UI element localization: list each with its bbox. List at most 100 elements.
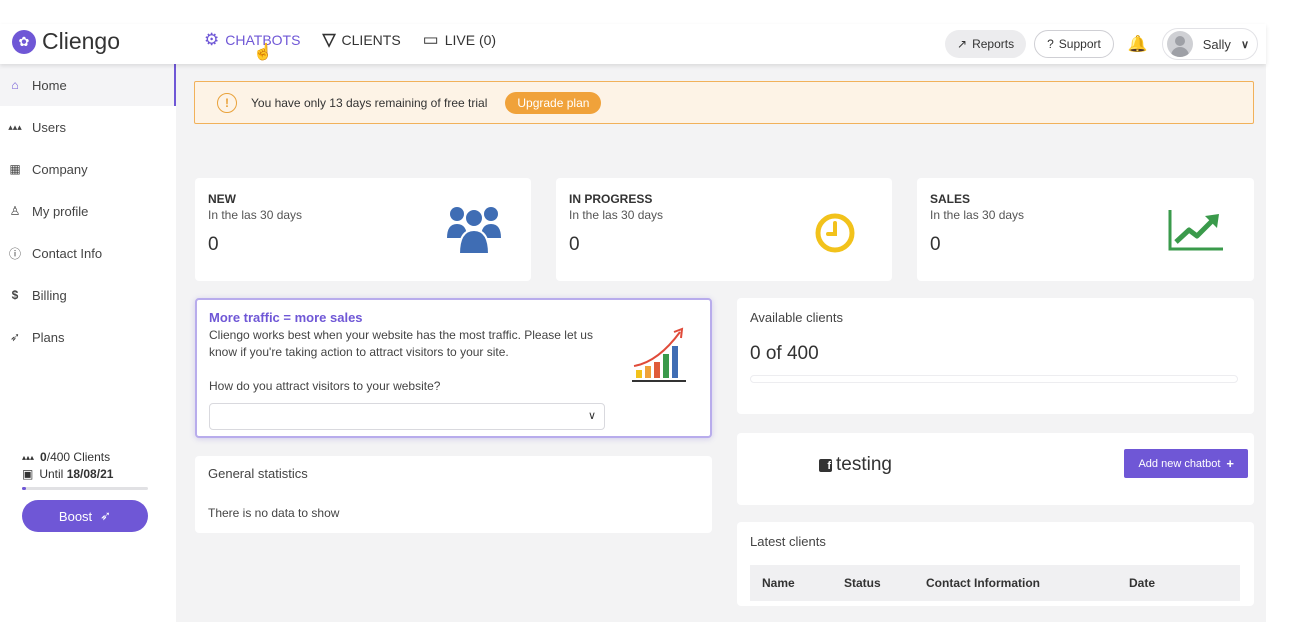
- column-header-contact[interactable]: Contact Information: [926, 576, 1040, 590]
- sidebar-item-label: Billing: [32, 287, 67, 303]
- traffic-text: Cliengo works best when your website has…: [209, 328, 593, 359]
- boost-label: Boost: [58, 508, 93, 524]
- chatbot-card: f testing Add new chatbot +: [737, 433, 1254, 505]
- reports-button[interactable]: ↗ Reports: [945, 30, 1027, 58]
- avatar: [1166, 31, 1193, 57]
- upgrade-plan-button[interactable]: Upgrade plan: [505, 91, 602, 114]
- top-right-actions: ↗ Reports ? Support 🔔 Sally ∨: [945, 28, 1258, 60]
- clock-icon: [815, 213, 855, 253]
- rocket-icon: ➶: [9, 330, 21, 344]
- chevron-down-icon: ∨: [1240, 38, 1249, 51]
- until-date: 18/08/21: [66, 467, 114, 481]
- add-new-chatbot-label: Add new chatbot: [1138, 457, 1221, 470]
- available-clients-title: Available clients: [750, 310, 843, 325]
- trend-up-icon: [1168, 210, 1223, 251]
- home-icon: ⌂: [11, 78, 19, 92]
- info-icon: ⓘ: [8, 246, 21, 261]
- column-header-date[interactable]: Date: [1129, 576, 1155, 590]
- users-icon: ▴▴▴: [8, 121, 22, 132]
- top-bar: ✿ Cliengo ⚙ CHATBOTS ▽ CLIENTS ▭ LIVE (0…: [0, 24, 1266, 64]
- available-clients-value: 0 of 400: [750, 343, 819, 364]
- building-icon: ▦: [9, 162, 21, 176]
- column-header-status[interactable]: Status: [844, 576, 881, 590]
- latest-clients-table-header: Name Status Contact Information Date: [750, 565, 1240, 601]
- stat-card-sales: SALES In the las 30 days 0: [917, 178, 1254, 281]
- cliengo-logo-icon: ✿: [12, 29, 36, 54]
- chatbot-name-row: f testing: [819, 454, 892, 476]
- latest-clients-card: Latest clients Name Status Contact Infor…: [737, 522, 1254, 606]
- general-statistics-empty: There is no data to show: [208, 506, 340, 520]
- stat-title: IN PROGRESS: [569, 192, 653, 206]
- traffic-question: How do you attract visitors to your webs…: [209, 379, 441, 393]
- nav-live-label: LIVE (0): [444, 32, 497, 48]
- clients-total: /400 Clients: [46, 450, 111, 464]
- chevron-down-icon: ∨: [587, 410, 596, 422]
- robot-icon: ⚙: [204, 30, 220, 49]
- clients-progress-bar: [22, 487, 148, 490]
- stat-card-new: NEW In the las 30 days 0: [195, 178, 531, 281]
- sidebar: ⌂ Home ▴▴▴ Users ▦ Company ♙ My profile …: [0, 64, 176, 622]
- support-button[interactable]: ? Support: [1034, 30, 1114, 58]
- traffic-source-select[interactable]: ∨: [209, 403, 605, 430]
- traffic-title: More traffic = more sales: [209, 310, 363, 325]
- available-clients-bar: [750, 375, 1238, 383]
- nav-clients[interactable]: ▽ CLIENTS: [322, 30, 401, 49]
- general-statistics-title: General statistics: [208, 466, 308, 481]
- rocket-icon: ➶: [100, 508, 112, 523]
- sidebar-item-my-profile[interactable]: ♙ My profile: [0, 190, 176, 232]
- hand-cursor-icon: ☝: [253, 44, 273, 61]
- app-window: ✿ Cliengo ⚙ CHATBOTS ▽ CLIENTS ▭ LIVE (0…: [0, 24, 1266, 622]
- nav-live[interactable]: ▭ LIVE (0): [423, 31, 497, 48]
- nav-clients-label: CLIENTS: [341, 32, 401, 48]
- sidebar-item-users[interactable]: ▴▴▴ Users: [0, 106, 176, 148]
- reports-label: Reports: [972, 37, 1015, 51]
- traffic-card: More traffic = more sales Cliengo works …: [195, 298, 712, 438]
- growth-chart-icon: [632, 327, 686, 382]
- brand-logo[interactable]: ✿ Cliengo: [12, 28, 120, 55]
- plus-icon: +: [1226, 456, 1234, 471]
- sidebar-item-home[interactable]: ⌂ Home: [0, 64, 176, 106]
- plan-usage: ▴▴▴ 0/400 Clients ▣ Until 18/08/21 Boost…: [22, 450, 148, 532]
- sidebar-item-company[interactable]: ▦ Company: [0, 148, 176, 190]
- stat-card-in-progress: IN PROGRESS In the las 30 days 0: [556, 178, 892, 281]
- column-header-name[interactable]: Name: [762, 576, 795, 590]
- user-name: Sally: [1202, 36, 1231, 52]
- person-icon: ♙: [9, 204, 21, 218]
- trend-icon: ↗: [957, 37, 968, 51]
- user-menu[interactable]: Sally ∨: [1161, 28, 1258, 60]
- sidebar-item-plans[interactable]: ➶ Plans: [0, 316, 176, 358]
- sidebar-item-label: Home: [32, 77, 67, 93]
- sidebar-item-label: Contact Info: [32, 245, 103, 261]
- support-label: Support: [1058, 37, 1101, 51]
- dollar-icon: $: [11, 288, 19, 302]
- stat-title: SALES: [930, 192, 971, 206]
- brand-name: Cliengo: [42, 28, 120, 54]
- bell-icon[interactable]: 🔔: [1122, 34, 1154, 54]
- trial-message: You have only 13 days remaining of free …: [251, 95, 488, 110]
- sidebar-item-label: Users: [32, 119, 66, 135]
- trial-banner: ! You have only 13 days remaining of fre…: [194, 81, 1254, 124]
- sidebar-item-billing[interactable]: $ Billing: [0, 274, 176, 316]
- clients-progress-fill: [22, 487, 26, 490]
- sidebar-item-label: Company: [32, 161, 88, 177]
- chatbot-name: testing: [836, 454, 892, 475]
- clients-used: 0: [40, 450, 47, 464]
- help-icon: ?: [1047, 37, 1054, 51]
- main-nav: ⚙ CHATBOTS ▽ CLIENTS ▭ LIVE (0): [204, 30, 497, 49]
- facebook-icon: f: [819, 458, 832, 472]
- sidebar-item-label: My profile: [32, 203, 89, 219]
- plan-expiry: ▣ Until 18/08/21: [22, 467, 148, 481]
- available-clients-card: Available clients 0 of 400: [737, 298, 1254, 414]
- users-icon: ▴▴▴: [22, 452, 35, 462]
- until-label: Until: [39, 467, 64, 481]
- users-group-icon: [447, 207, 501, 254]
- sidebar-item-label: Plans: [32, 329, 65, 345]
- calendar-icon: ▣: [22, 467, 34, 481]
- warning-icon: !: [217, 92, 237, 113]
- clients-usage: ▴▴▴ 0/400 Clients: [22, 450, 148, 464]
- boost-button[interactable]: Boost ➶: [22, 500, 148, 532]
- add-new-chatbot-button[interactable]: Add new chatbot +: [1124, 449, 1248, 478]
- latest-clients-title: Latest clients: [750, 534, 826, 549]
- sidebar-item-contact-info[interactable]: ⓘ Contact Info: [0, 232, 176, 274]
- filter-icon: ▽: [322, 30, 336, 49]
